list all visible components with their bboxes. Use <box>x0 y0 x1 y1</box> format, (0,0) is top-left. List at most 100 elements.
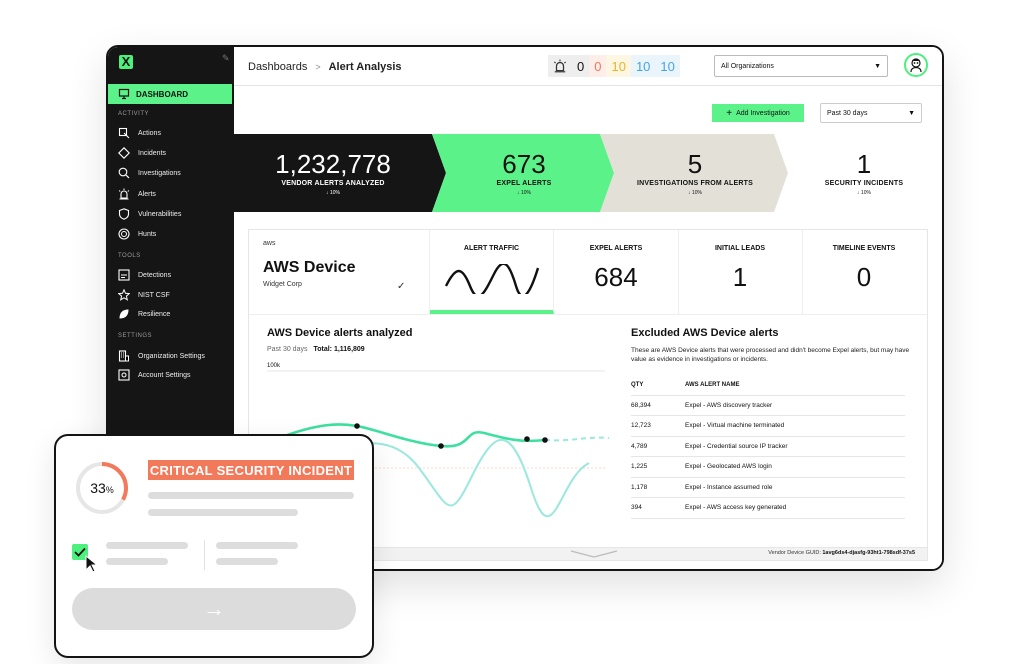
pin-icon[interactable]: ✎ <box>222 53 230 64</box>
row-name: Expel - AWS access key generated <box>685 504 787 512</box>
sidebar-item-organization-settings[interactable]: Organization Settings <box>118 350 205 362</box>
count-tuning[interactable]: 10 <box>655 55 680 77</box>
sidebar-item-vulnerabilities[interactable]: Vulnerabilities <box>118 208 181 220</box>
arrow-down-icon: ↓ <box>688 190 691 196</box>
device-title: AWS Device <box>263 259 356 276</box>
add-investigation-button[interactable]: + Add Investigation <box>712 104 804 122</box>
caret-down-icon: ▼ <box>874 62 881 70</box>
chart-point[interactable] <box>438 443 444 449</box>
divider <box>204 540 205 570</box>
tab-expel-alerts[interactable]: EXPEL ALERTS 684 <box>554 230 679 314</box>
tab-label: INITIAL LEADS <box>714 245 766 252</box>
breadcrumb-dashboards[interactable]: Dashboards <box>248 61 307 73</box>
table-row[interactable]: 1,178 Expel - Instance assumed role <box>631 478 905 498</box>
sidebar-section-activity: ACTIVITY <box>118 111 150 117</box>
sidebar-item-dashboard[interactable]: DASHBOARD <box>108 84 232 104</box>
sidebar-item-hunts[interactable]: Hunts <box>118 228 156 240</box>
row-name: Expel - AWS discovery tracker <box>685 401 773 409</box>
sidebar-item-label: Organization Settings <box>138 352 205 360</box>
kpi-value: 5 <box>687 149 703 179</box>
chart-point[interactable] <box>542 437 548 443</box>
kpi-investigations[interactable]: 5 INVESTIGATIONS FROM ALERTS ↓ 10% <box>612 134 778 212</box>
kpi-delta: ↓ 10% <box>688 190 702 196</box>
excluded-title: Excluded AWS Device alerts <box>631 327 779 339</box>
sidebar-item-label: Actions <box>138 129 161 137</box>
count-medium[interactable]: 10 <box>606 55 631 77</box>
kpi-value: 673 <box>502 149 546 179</box>
sidebar-section-tools: TOOLS <box>118 253 141 259</box>
sidebar-item-account-settings[interactable]: Account Settings <box>118 369 191 381</box>
logo[interactable]: X <box>119 55 133 69</box>
tab-value: 684 <box>594 262 638 292</box>
count-high[interactable]: 0 <box>589 55 607 77</box>
next-button[interactable]: → <box>72 588 356 630</box>
leaf-icon <box>118 308 130 320</box>
monitor-icon <box>118 88 130 100</box>
kpi-delta-value: 10% <box>329 190 340 196</box>
kpi-label: INVESTIGATIONS FROM ALERTS <box>636 180 754 187</box>
breadcrumb-current: Alert Analysis <box>328 61 402 73</box>
breadcrumb: Dashboards > Alert Analysis <box>248 61 402 73</box>
table-row[interactable]: 4,789 Expel - Credential source IP tracke… <box>631 437 905 457</box>
placeholder-line <box>106 558 168 565</box>
add-investigation-label: Add Investigation <box>736 109 790 117</box>
table-row[interactable]: 1,225 Expel - Geolocated AWS login <box>631 457 905 478</box>
arrow-down-icon: ↓ <box>517 190 520 196</box>
sidebar-item-alerts[interactable]: Alerts <box>118 188 156 200</box>
sidebar-item-label: Incidents <box>138 149 167 157</box>
excluded-description: These are AWS Device alerts that were pr… <box>631 347 910 363</box>
tab-timeline-events[interactable]: TIMELINE EVENTS 0 <box>802 230 926 314</box>
siren-icon <box>118 188 130 200</box>
analyzed-total: Total: 1,116,809 <box>313 346 365 353</box>
building-icon <box>118 350 130 362</box>
table-header: QTY AWS ALERT NAME <box>631 375 905 396</box>
sidebar-item-detections[interactable]: Detections <box>118 269 171 281</box>
kpi-expel-alerts[interactable]: 673 EXPEL ALERTS ↓ 10% <box>444 134 604 212</box>
guid-value: 1avg6ds4-djasfg-93ht1-798sdf-37s5 <box>822 550 915 556</box>
sidebar-item-label: NIST CSF <box>138 291 170 299</box>
count-critical[interactable]: 0 <box>572 55 590 77</box>
kpi-vendor-alerts[interactable]: 1,232,778 VENDOR ALERTS ANALYZED ↓ 10% <box>234 134 432 212</box>
table-row[interactable]: 394 Expel - AWS access key generated <box>631 498 905 519</box>
kpi-delta: ↓ 10% <box>326 190 340 196</box>
column-header-qty: QTY <box>631 381 644 388</box>
pointer-cursor-icon <box>85 554 99 573</box>
wave-icon <box>444 262 539 298</box>
sidebar-item-actions[interactable]: Actions <box>118 127 161 139</box>
organization-select[interactable]: All Organizations ▼ <box>714 55 888 77</box>
expand-chevron-icon[interactable] <box>569 549 619 559</box>
row-qty: 12,723 <box>631 422 651 430</box>
placeholder-line <box>216 558 278 565</box>
row-qty: 394 <box>631 504 642 512</box>
arrow-right-icon: → <box>203 596 225 621</box>
row-name: Expel - Instance assumed role <box>685 483 773 491</box>
row-qty: 1,178 <box>631 483 648 491</box>
shield-icon <box>118 208 130 220</box>
date-range-select[interactable]: Past 30 days ▼ <box>820 103 922 123</box>
analyzed-period: Past 30 days <box>267 346 308 353</box>
tab-initial-leads[interactable]: INITIAL LEADS 1 <box>678 230 803 314</box>
device-guid: Vendor Device GUID: 1avg6ds4-djasfg-93ht… <box>768 550 915 556</box>
alarm-icon <box>548 55 572 77</box>
star-icon <box>118 289 130 301</box>
avatar[interactable] <box>904 53 928 77</box>
sidebar-item-investigations[interactable]: Investigations <box>118 167 181 179</box>
chart-point[interactable] <box>524 436 530 442</box>
analyzed-title: AWS Device alerts analyzed <box>267 327 413 339</box>
sidebar-item-resilience[interactable]: Resilience <box>118 308 170 320</box>
table-row[interactable]: 12,723 Expel - Virtual machine terminated <box>631 416 905 437</box>
count-low[interactable]: 10 <box>630 55 656 77</box>
plus-icon: + <box>726 107 733 119</box>
divider <box>249 314 927 315</box>
chart-point[interactable] <box>354 423 360 429</box>
row-name: Expel - Credential source IP tracker <box>685 442 788 450</box>
kpi-value: 1 <box>856 149 872 179</box>
kpi-security-incidents[interactable]: 1 SECURITY INCIDENTS ↓ 10% <box>788 134 940 212</box>
sidebar-item-nist-csf[interactable]: NIST CSF <box>118 289 170 301</box>
sidebar-item-incidents[interactable]: Incidents <box>118 147 166 159</box>
table-row[interactable]: 68,394 Expel - AWS discovery tracker <box>631 396 905 416</box>
actions-icon <box>118 127 130 139</box>
tab-alert-traffic[interactable]: ALERT TRAFFIC <box>430 230 554 314</box>
progress-value: 33% <box>74 460 130 516</box>
tab-label: ALERT TRAFFIC <box>463 245 520 252</box>
